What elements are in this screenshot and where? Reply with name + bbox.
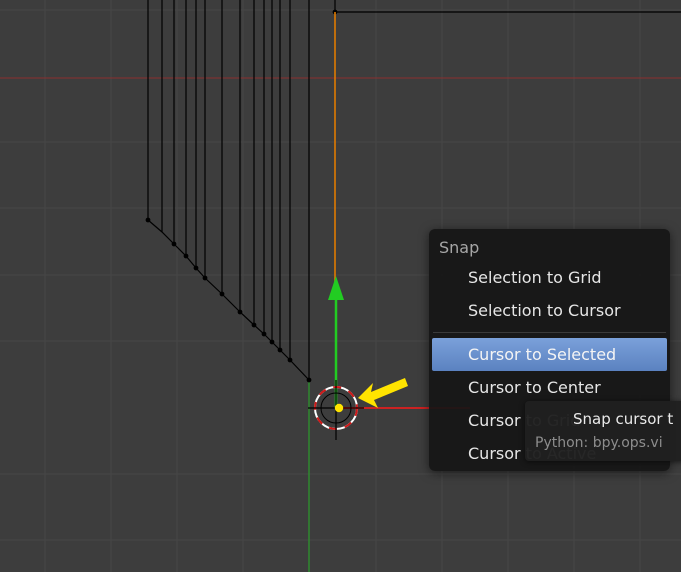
menu-separator (433, 332, 666, 333)
menu-item-selection-to-cursor[interactable]: Selection to Cursor (432, 294, 667, 327)
y-gizmo-arrow-icon[interactable] (328, 276, 344, 300)
tooltip-python-path: Python: bpy.ops.vi (535, 435, 663, 451)
tooltip: Snap cursor t Python: bpy.ops.vi (525, 401, 681, 461)
menu-title: Snap (439, 238, 480, 257)
yellow-arrow-icon (358, 378, 408, 408)
menu-item-selection-to-grid[interactable]: Selection to Grid (432, 261, 667, 294)
menu-item-cursor-to-center[interactable]: Cursor to Center (432, 371, 667, 404)
menu-item-cursor-to-selected[interactable]: Cursor to Selected (432, 338, 667, 371)
tooltip-title: Snap cursor t (573, 410, 674, 428)
3d-cursor-icon[interactable] (308, 380, 364, 440)
